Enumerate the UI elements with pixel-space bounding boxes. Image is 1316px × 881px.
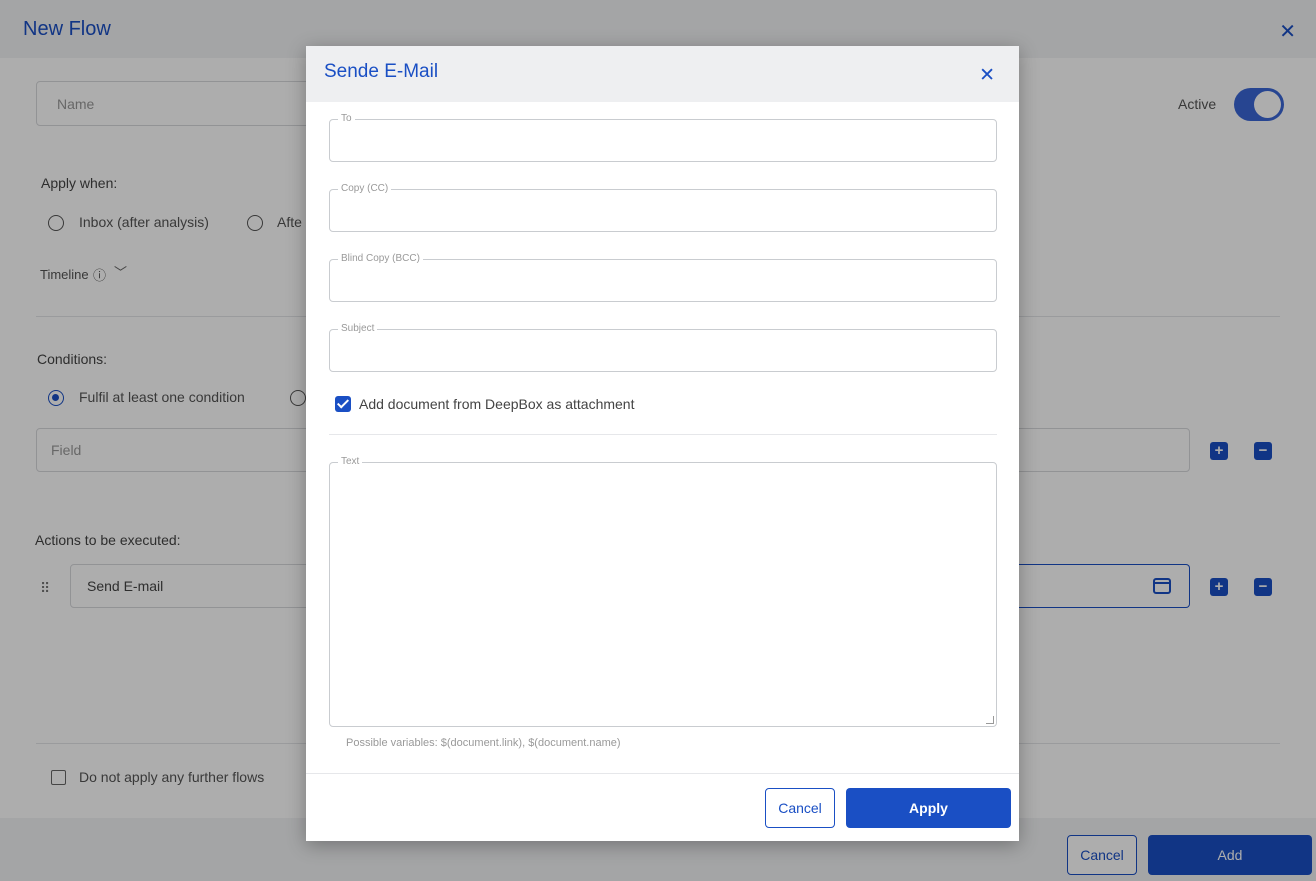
text-field-label: Text (338, 456, 363, 468)
apply-button[interactable]: Apply (846, 788, 1011, 828)
to-field-label: To (338, 113, 355, 125)
dialog-header: Sende E-Mail ✕ (306, 46, 1019, 102)
dialog-cancel-button[interactable]: Cancel (765, 788, 835, 828)
variables-hint: Possible variables: $(document.link), $(… (346, 737, 621, 749)
send-email-dialog: Sende E-Mail ✕ To Copy (CC) Blind Copy (… (306, 46, 1019, 841)
text-field[interactable]: Text (329, 456, 997, 727)
dialog-footer-divider (306, 773, 1019, 774)
bcc-field[interactable]: Blind Copy (BCC) (329, 253, 997, 302)
subject-field[interactable]: Subject (329, 323, 997, 372)
cc-field-label: Copy (CC) (338, 183, 392, 195)
bcc-field-label: Blind Copy (BCC) (338, 253, 423, 265)
attachment-checkbox[interactable] (335, 396, 351, 412)
divider (329, 434, 997, 435)
attachment-label: Add document from DeepBox as attachment (359, 396, 635, 412)
close-icon[interactable]: ✕ (979, 64, 995, 87)
dialog-title: Sende E-Mail (324, 61, 439, 82)
subject-field-label: Subject (338, 323, 378, 335)
resize-handle-icon[interactable] (986, 716, 994, 724)
to-field[interactable]: To (329, 113, 997, 162)
cc-field[interactable]: Copy (CC) (329, 183, 997, 232)
